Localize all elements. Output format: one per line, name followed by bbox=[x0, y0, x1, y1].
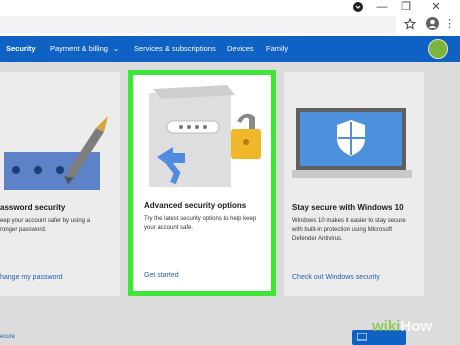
more-menu-icon[interactable]: ⋮ bbox=[444, 16, 455, 32]
safe-illustration bbox=[143, 83, 263, 189]
card-description: Windows 10 makes it easier to stay secur… bbox=[292, 218, 406, 242]
close-button[interactable]: ✕ bbox=[426, 0, 446, 14]
address-bar[interactable] bbox=[0, 16, 396, 34]
browser-chrome: — ❐ ✕ ⋮ bbox=[0, 0, 460, 36]
nav-services-subscriptions[interactable]: Services & subscriptions bbox=[134, 36, 216, 62]
browser-menu-indicator[interactable] bbox=[348, 0, 368, 14]
profile-icon[interactable] bbox=[426, 17, 440, 31]
restore-button[interactable]: ❐ bbox=[396, 0, 416, 14]
watermark-wiki: wiki bbox=[372, 318, 401, 335]
star-icon[interactable] bbox=[403, 16, 418, 32]
nav-payment-billing-label: Payment & billing bbox=[50, 44, 108, 53]
windows-security-link[interactable]: Check out Windows security bbox=[292, 274, 380, 281]
card-password-security: assword security eep your account safer … bbox=[0, 72, 120, 296]
card-description: eep your account safer by using a ronger… bbox=[0, 218, 91, 233]
minimize-button[interactable]: — bbox=[372, 0, 392, 14]
card-title: Advanced security options bbox=[144, 201, 247, 210]
footer-link[interactable]: ecure bbox=[0, 334, 15, 340]
card-windows-security: Stay secure with Windows 10 Windows 10 m… bbox=[284, 72, 424, 296]
nav-security[interactable]: Security bbox=[6, 36, 36, 62]
change-password-link[interactable]: hange my password bbox=[0, 274, 63, 281]
nav-devices[interactable]: Devices bbox=[227, 36, 254, 62]
address-bar-row: ⋮ bbox=[0, 14, 460, 36]
card-description: Try the latest security options to help … bbox=[144, 216, 257, 231]
chat-icon bbox=[357, 333, 367, 341]
card-advanced-security: Advanced security options Try the latest… bbox=[133, 75, 271, 291]
card-title: assword security bbox=[0, 203, 66, 212]
avatar[interactable] bbox=[428, 39, 448, 59]
get-started-link[interactable]: Get started bbox=[144, 272, 179, 279]
watermark: wikiHow bbox=[372, 318, 432, 335]
laptop-illustration bbox=[292, 102, 418, 182]
nav-payment-billing[interactable]: Payment & billing ⌄ bbox=[50, 36, 119, 62]
watermark-how: How bbox=[400, 318, 433, 335]
nav-family[interactable]: Family bbox=[266, 36, 288, 62]
card-title: Stay secure with Windows 10 bbox=[292, 203, 404, 212]
account-nav: Security Payment & billing ⌄ Services & … bbox=[0, 36, 460, 62]
chevron-down-icon: ⌄ bbox=[113, 44, 120, 53]
password-illustration bbox=[4, 100, 114, 190]
